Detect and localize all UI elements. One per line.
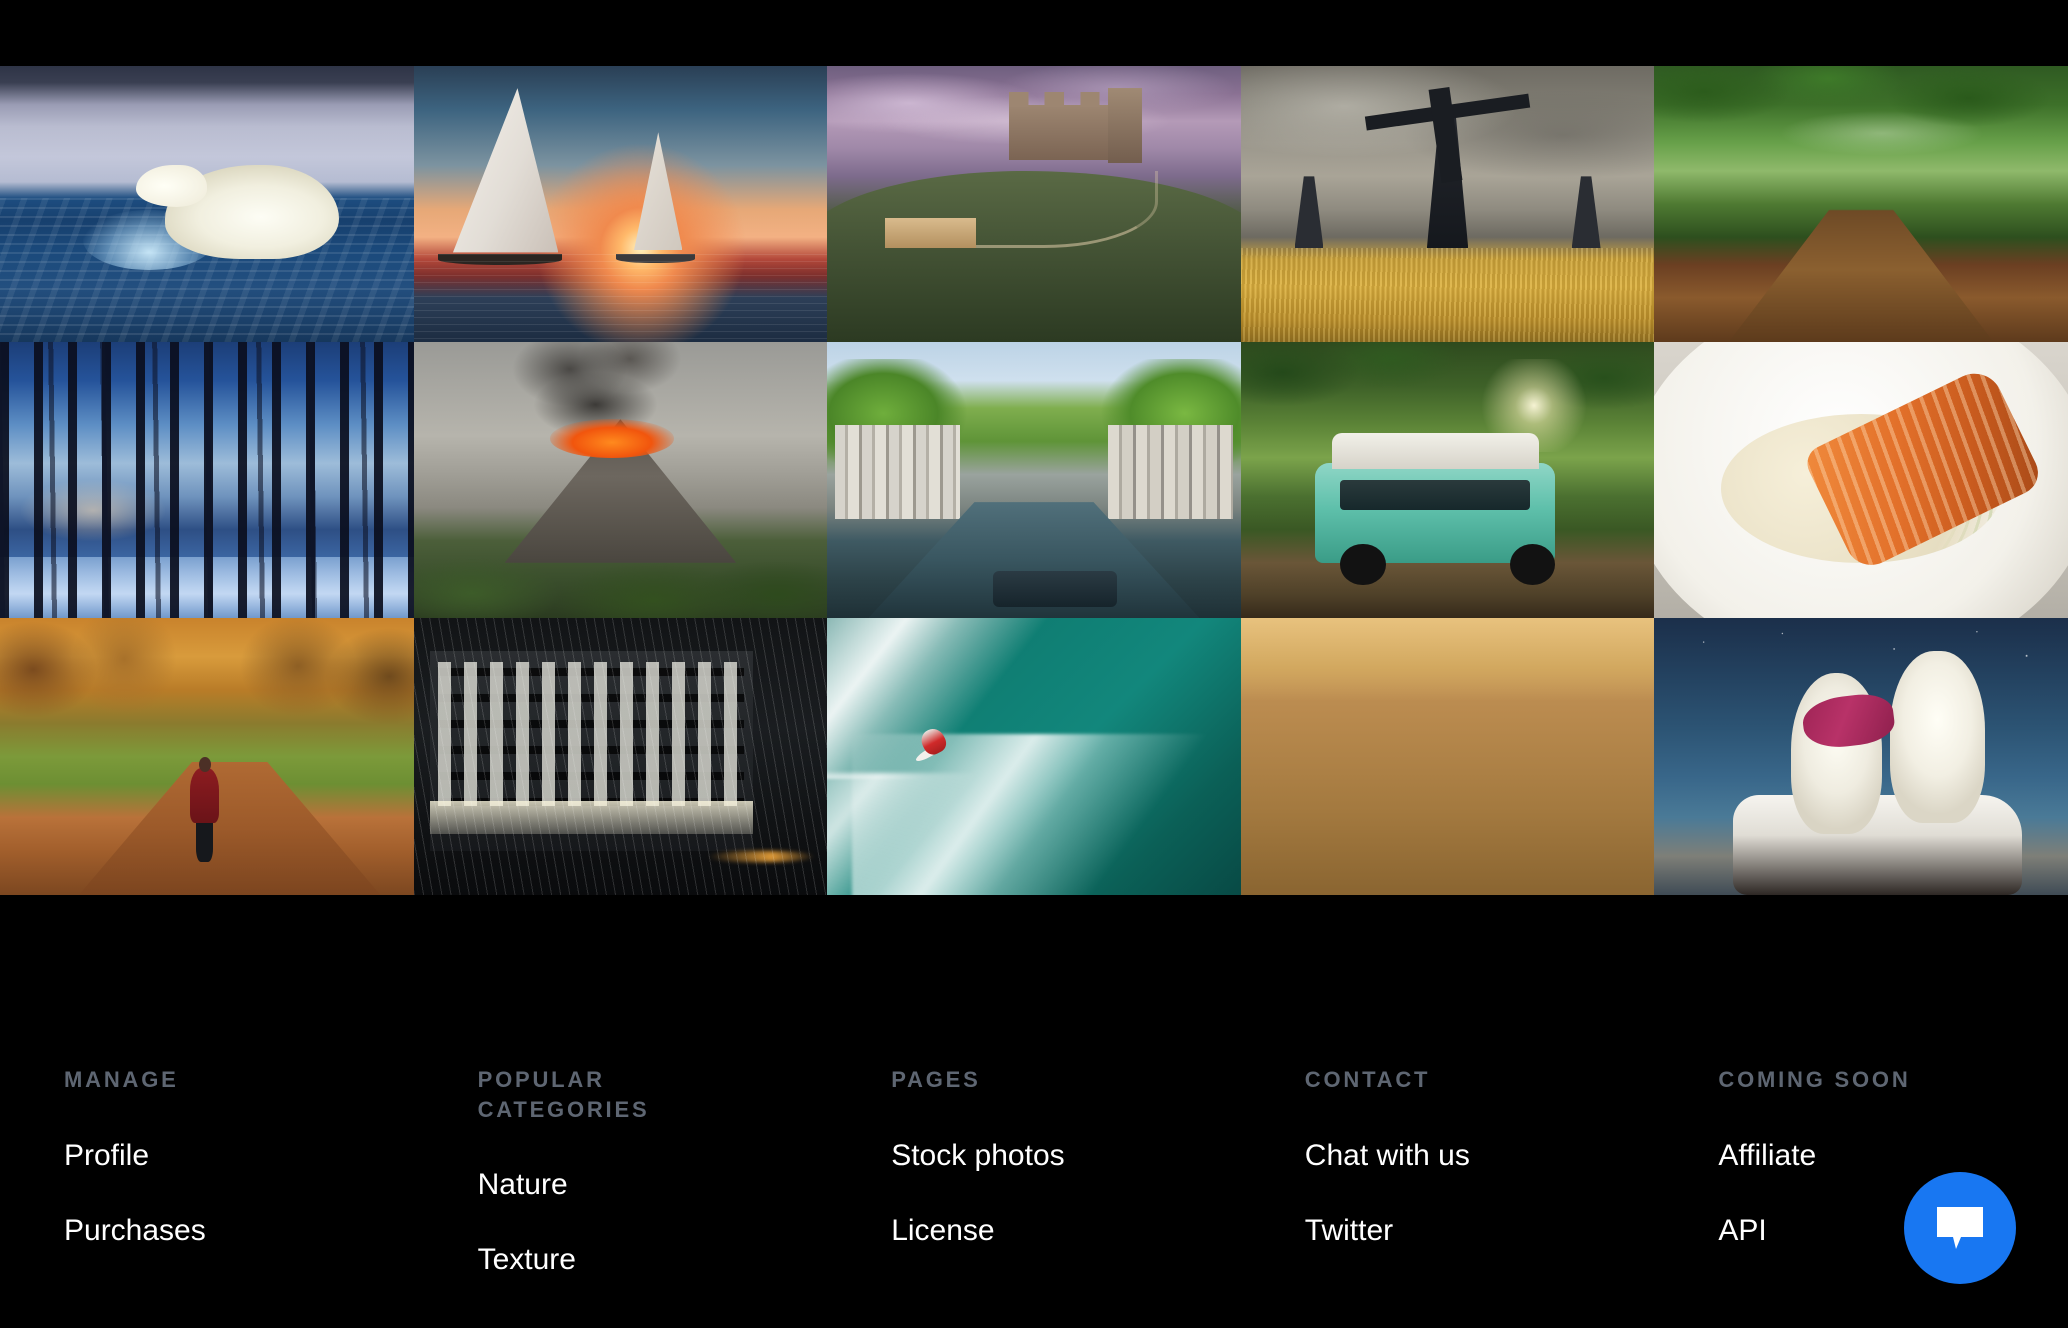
gallery-tile-autumn-park-walk[interactable]	[0, 618, 414, 895]
canal-houses-right	[1108, 424, 1233, 519]
gallery-tile-hilltop-castle[interactable]	[827, 66, 1241, 342]
footer-link-chat-with-us[interactable]: Chat with us	[1305, 1140, 1655, 1171]
canal-barge	[992, 571, 1117, 607]
autumn-park-walk-image	[0, 618, 414, 895]
feast-table-image	[1240, 618, 1655, 895]
footer-link-purchases[interactable]: Purchases	[64, 1215, 414, 1246]
windmills-wheat-image	[1240, 66, 1655, 342]
footer-links-popular-categories: Nature Texture	[478, 1170, 828, 1275]
footer-link-license[interactable]: License	[891, 1215, 1241, 1246]
gallery-tile-polar-bear-ocean[interactable]	[0, 66, 414, 342]
walking-person-legs	[196, 817, 213, 862]
camper-van-forest-image	[1240, 342, 1655, 618]
footer-heading-contact: CONTACT	[1304, 1067, 1431, 1092]
footer-heading-coming-soon: COMING SOON	[1718, 1067, 1911, 1092]
footer-column-coming-soon: COMING SOON Affiliate API	[1654, 1065, 2068, 1320]
walking-person-coat	[190, 767, 220, 823]
gallery-tile-feast-table[interactable]	[1240, 618, 1655, 895]
site-footer: MANAGE Profile Purchases POPULAR CATEGOR…	[0, 895, 2068, 1328]
chat-bubble-icon	[1935, 1205, 1985, 1251]
wheat-field	[1240, 248, 1655, 342]
footer-links-contact: Chat with us Twitter	[1305, 1140, 1655, 1246]
jungle-canopy	[1654, 66, 2068, 227]
footer-heading-popular-categories: POPULAR CATEGORIES	[477, 1067, 650, 1122]
footer-link-stock-photos[interactable]: Stock photos	[891, 1140, 1241, 1171]
footer-link-profile[interactable]: Profile	[64, 1140, 414, 1171]
footer-columns: MANAGE Profile Purchases POPULAR CATEGOR…	[0, 1065, 2068, 1320]
camper-van-front-wheel	[1340, 543, 1386, 585]
polar-bear-passenger	[1890, 651, 1986, 823]
footer-column-pages: PAGES Stock photos License	[827, 1065, 1241, 1320]
gallery-tile-aerial-surfer[interactable]	[827, 618, 1241, 895]
chat-widget-button[interactable]	[1904, 1172, 2016, 1284]
polar-bear-head	[136, 165, 207, 207]
canal-houses-image	[827, 342, 1241, 618]
wave-foam-bottom	[827, 773, 1034, 895]
erupting-volcano-image	[413, 342, 828, 618]
volcano-vegetation	[413, 535, 828, 618]
walking-person-head	[198, 756, 211, 772]
camper-van-windshield	[1340, 480, 1531, 511]
camper-van-rear-wheel	[1509, 543, 1556, 585]
sailboat-large-hull	[438, 253, 563, 265]
stock-photo-grid	[0, 66, 2068, 895]
footer-links-manage: Profile Purchases	[64, 1140, 414, 1246]
gallery-tile-windmills-wheat[interactable]	[1240, 66, 1655, 342]
pine-trunks-background	[0, 342, 414, 618]
winter-pine-forest-image	[0, 342, 414, 618]
sailboat-small-hull	[616, 253, 695, 264]
gallery-tile-winter-pine-forest[interactable]	[0, 342, 414, 618]
footer-links-pages: Stock photos License	[891, 1140, 1241, 1246]
canal-houses-left	[835, 424, 960, 519]
river-water	[1728, 209, 1994, 342]
gallery-tile-camper-van-forest[interactable]	[1240, 342, 1655, 618]
sailboat-small-sail	[634, 132, 683, 251]
hilltop-castle-image	[827, 66, 1241, 342]
salmon-rice-plate-image	[1654, 342, 2068, 618]
rain-overlay	[413, 618, 828, 895]
gallery-tile-polar-bears-scooter[interactable]	[1654, 618, 2068, 895]
polar-bear-ocean-image	[0, 66, 414, 342]
gallery-tile-rainy-office-night[interactable]	[413, 618, 828, 895]
rainy-office-night-image	[413, 618, 828, 895]
sailboats-sunset-image	[413, 66, 828, 342]
footer-column-popular-categories: POPULAR CATEGORIES Nature Texture	[414, 1065, 828, 1320]
food-garnish	[1241, 618, 1655, 895]
lava-eruption	[550, 419, 675, 458]
gallery-tile-sailboats-sunset[interactable]	[413, 66, 828, 342]
scooter	[1732, 795, 2023, 895]
gallery-tile-canal-houses[interactable]	[827, 342, 1241, 618]
footer-heading-manage: MANAGE	[64, 1067, 179, 1092]
footer-link-nature[interactable]: Nature	[478, 1170, 828, 1200]
footer-link-texture[interactable]: Texture	[478, 1245, 828, 1275]
page-root: MANAGE Profile Purchases POPULAR CATEGOR…	[0, 0, 2068, 1328]
village-houses	[885, 217, 977, 249]
aerial-surfer-image	[827, 618, 1241, 895]
gallery-tile-salmon-rice-plate[interactable]	[1654, 342, 2068, 618]
footer-column-manage: MANAGE Profile Purchases	[0, 1065, 414, 1320]
footer-link-affiliate[interactable]: Affiliate	[1718, 1140, 2068, 1171]
footer-heading-pages: PAGES	[891, 1067, 981, 1092]
jungle-river-image	[1654, 66, 2068, 342]
gallery-tile-erupting-volcano[interactable]	[413, 342, 828, 618]
camper-van-roof	[1331, 433, 1539, 469]
polar-bears-scooter-image	[1654, 618, 2068, 895]
castle-tower	[1108, 88, 1142, 163]
sailboat-large-sail	[452, 88, 559, 253]
gallery-tile-jungle-river[interactable]	[1654, 66, 2068, 342]
footer-link-twitter[interactable]: Twitter	[1305, 1215, 1655, 1246]
footer-column-contact: CONTACT Chat with us Twitter	[1241, 1065, 1655, 1320]
castle-wall	[1009, 92, 1117, 160]
